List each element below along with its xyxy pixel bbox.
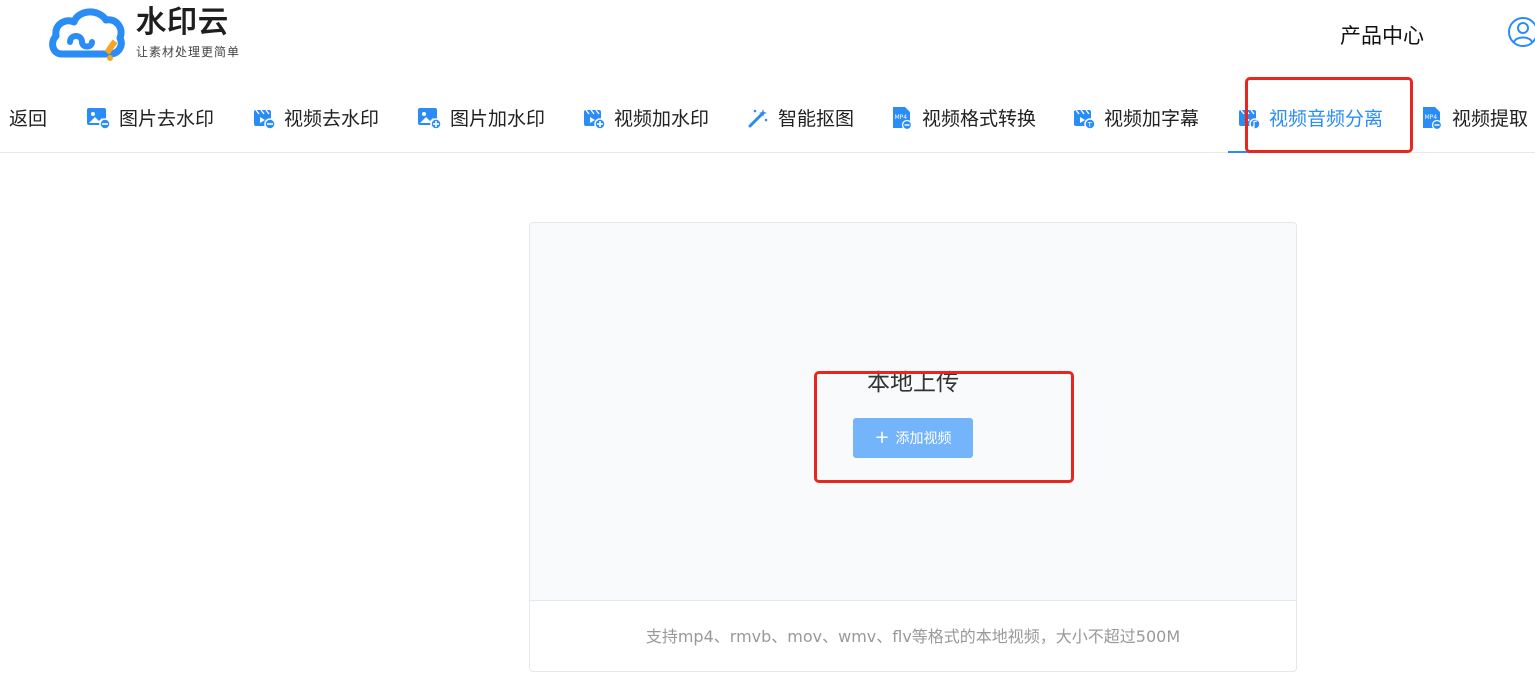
user-avatar-icon[interactable] xyxy=(1507,16,1535,48)
image-remove-icon xyxy=(87,107,110,129)
tool-nav-bar: 返回 图片去水印 视频去水印 图片加水印 视频加水印 智能抠图 MP4 视频格式… xyxy=(0,83,1535,153)
nav-video-audio-label: 视频音频分离 xyxy=(1269,108,1384,130)
video-subtitle-icon: T xyxy=(1074,109,1095,129)
nav-image-remove-watermark[interactable]: 图片去水印 xyxy=(86,83,214,152)
nav-video-extract-label: 视频提取 xyxy=(1452,108,1529,130)
nav-smart-cutout[interactable]: 智能抠图 xyxy=(747,83,854,152)
upload-title: 本地上传 xyxy=(867,370,959,396)
svg-text:T: T xyxy=(1087,121,1093,129)
magic-wand-icon xyxy=(748,108,768,127)
add-video-button[interactable]: + 添加视频 xyxy=(853,418,973,458)
nav-image-add-label: 图片加水印 xyxy=(450,108,546,130)
mp4-extract-icon: MP4 xyxy=(1423,106,1443,130)
nav-video-remove-label: 视频去水印 xyxy=(284,108,380,130)
video-remove-icon xyxy=(254,109,275,129)
upload-dropzone[interactable]: 本地上传 + 添加视频 xyxy=(530,223,1296,601)
image-add-icon xyxy=(418,107,441,129)
nav-video-remove-watermark[interactable]: 视频去水印 xyxy=(253,83,379,152)
svg-text:MP4: MP4 xyxy=(895,114,908,121)
plus-icon: + xyxy=(874,427,890,448)
product-center-link[interactable]: 产品中心 xyxy=(1340,20,1424,50)
nav-video-extract[interactable]: MP4 视频提取 xyxy=(1421,83,1528,152)
video-audio-icon xyxy=(1239,109,1260,129)
video-add-icon xyxy=(584,109,605,129)
top-header: 水印云 让素材处理更简单 产品中心 xyxy=(0,0,1535,83)
upload-card: 本地上传 + 添加视频 支持mp4、rmvb、mov、wmv、flv等格式的本地… xyxy=(529,222,1297,672)
nav-video-subtitle[interactable]: T 视频加字幕 xyxy=(1073,83,1199,152)
nav-video-audio-separate[interactable]: 视频音频分离 xyxy=(1227,83,1394,153)
nav-back-label: 返回 xyxy=(9,108,48,130)
nav-video-add-label: 视频加水印 xyxy=(614,108,710,130)
svg-text:MP4: MP4 xyxy=(1425,114,1438,121)
nav-video-subtitle-label: 视频加字幕 xyxy=(1104,108,1200,130)
nav-video-add-watermark[interactable]: 视频加水印 xyxy=(583,83,709,152)
nav-image-add-watermark[interactable]: 图片加水印 xyxy=(417,83,545,152)
brand-slogan: 让素材处理更简单 xyxy=(136,45,241,59)
brand-name: 水印云 xyxy=(136,5,229,40)
nav-video-format-convert[interactable]: MP4 视频格式转换 xyxy=(891,83,1036,152)
nav-back[interactable]: 返回 xyxy=(9,83,47,152)
nav-smart-cutout-label: 智能抠图 xyxy=(778,108,855,130)
cloud-logo-icon[interactable] xyxy=(48,6,126,62)
nav-video-format-label: 视频格式转换 xyxy=(922,108,1037,130)
upload-format-note: 支持mp4、rmvb、mov、wmv、flv等格式的本地视频，大小不超过500M xyxy=(645,627,1181,646)
mp4-convert-icon: MP4 xyxy=(893,106,913,130)
nav-image-remove-label: 图片去水印 xyxy=(119,108,215,130)
add-video-label: 添加视频 xyxy=(895,431,952,447)
